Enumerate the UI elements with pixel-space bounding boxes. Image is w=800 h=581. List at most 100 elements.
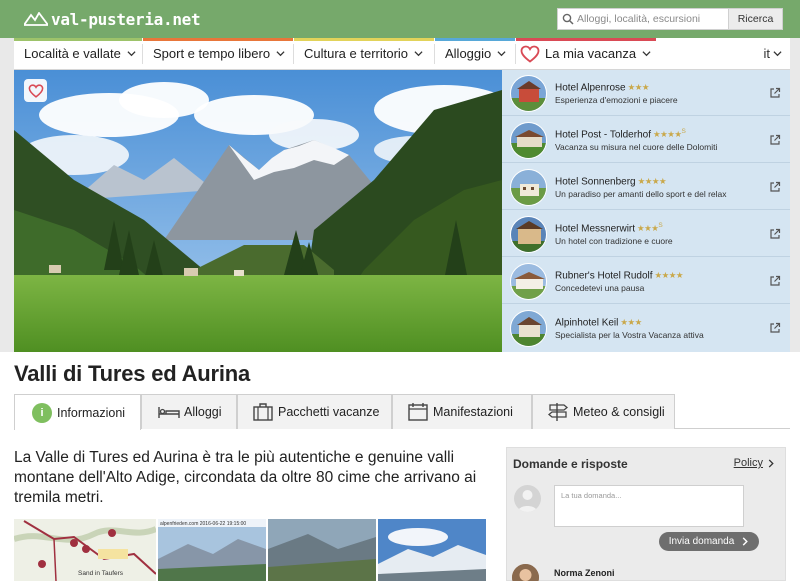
- nav-item-label: Cultura e territorio: [304, 46, 409, 61]
- intro-text: La Valle di Tures ed Aurina è tra le più…: [14, 449, 477, 506]
- hotel-item-messnerwirt[interactable]: Hotel Messnerwirt ★★★S Un hotel con tradi…: [502, 211, 790, 257]
- user-avatar: [512, 564, 539, 581]
- tab-informazioni[interactable]: i Informazioni: [14, 394, 141, 430]
- hotel-name: Hotel Messnerwirt ★★★S: [555, 222, 663, 235]
- hotel-item-sonnenberg[interactable]: Hotel Sonnenberg ★★★★ Un paradiso per ama…: [502, 164, 790, 210]
- map-place-label: Sand in Taufers: [78, 570, 124, 577]
- star-rating: ★★★: [627, 82, 650, 93]
- tab-manifestazioni[interactable]: Manifestazioni: [392, 394, 532, 429]
- hotel-thumbnail: [510, 169, 547, 206]
- bed-icon: [158, 401, 180, 423]
- tab-label: Informazioni: [57, 405, 126, 420]
- star-rating: ★★★: [620, 317, 642, 328]
- top-bar: val-pusteria.net Ricerca: [0, 0, 800, 38]
- webcam-caption: alpenfrieden.com 2016-06-22 19:15:00: [160, 521, 246, 527]
- logo-text: val-pusteria.net: [51, 9, 201, 29]
- hotel-thumbnail: [510, 263, 547, 300]
- hotel-name: Rubner's Hotel Rudolf ★★★★: [555, 270, 684, 282]
- nav-item-localita[interactable]: Località e vallate: [14, 38, 142, 69]
- chevron-down-icon: [276, 51, 285, 57]
- chevron-down-icon: [414, 51, 423, 57]
- question-input[interactable]: [554, 485, 744, 527]
- chevron-down-icon: [127, 51, 136, 57]
- hotel-name: Hotel Sonnenberg ★★★★: [555, 176, 667, 188]
- tab-label: Alloggi: [184, 405, 222, 419]
- hotel-item-keil[interactable]: Alpinhotel Keil ★★★ Specialista per la Vo…: [502, 305, 790, 351]
- hotel-tagline: Un hotel con tradizione e cuore: [555, 236, 673, 246]
- heart-icon: [520, 45, 540, 63]
- tab-alloggi[interactable]: Alloggi: [141, 394, 237, 429]
- tab-label: Manifestazioni: [433, 405, 513, 419]
- tab-meteo[interactable]: Meteo & consigli: [532, 394, 675, 429]
- external-link-icon: [770, 322, 781, 333]
- chevron-right-icon: [768, 458, 774, 468]
- chevron-down-icon: [773, 51, 782, 57]
- chevron-down-icon: [497, 51, 506, 57]
- nav-item-label: Alloggio: [445, 46, 492, 61]
- tab-pacchetti[interactable]: Pacchetti vacanze: [237, 394, 392, 429]
- hotel-tagline: Un paradiso per amanti dello sport e del…: [555, 189, 727, 199]
- search-bar: Ricerca: [557, 8, 783, 30]
- avatar: [514, 485, 541, 512]
- hotel-name: Alpinhotel Keil ★★★: [555, 317, 642, 329]
- external-link-icon: [770, 134, 781, 145]
- signpost-icon: [547, 401, 569, 423]
- chevron-right-icon: [742, 537, 749, 546]
- tab-label: Meteo & consigli: [573, 405, 665, 419]
- nav-item-label: Località e vallate: [24, 46, 121, 61]
- external-link-icon: [770, 228, 781, 239]
- nav-item-cultura[interactable]: Cultura e territorio: [294, 38, 434, 69]
- external-link-icon: [770, 275, 781, 286]
- nav-item-label: La mia vacanza: [545, 46, 637, 61]
- language-label: it: [763, 46, 771, 61]
- user-name: Norma Zenoni: [554, 568, 615, 578]
- hotel-item-alpenrose[interactable]: Hotel Alpenrose ★★★ Esperienza d'emozioni…: [502, 70, 790, 116]
- hotel-name: Hotel Alpenrose ★★★: [555, 82, 650, 94]
- qa-panel: Domande e risposte Policy Invia domanda …: [506, 447, 786, 581]
- star-rating: ★★★★: [637, 176, 667, 187]
- content-tabs: i Informazioni Alloggi Pacchetti vacanze…: [14, 394, 790, 430]
- map-thumbnail[interactable]: Sand in Taufers: [14, 519, 156, 581]
- hotel-item-rudolf[interactable]: Rubner's Hotel Rudolf ★★★★ Concedetevi un…: [502, 258, 790, 304]
- nav-item-label: Sport e tempo libero: [153, 46, 271, 61]
- hotel-item-post-tolderhof[interactable]: Hotel Post - Tolderhof ★★★★S Vacanza su m…: [502, 117, 790, 163]
- site-logo[interactable]: val-pusteria.net: [24, 8, 201, 30]
- chevron-down-icon: [642, 51, 651, 57]
- photo-gallery: Sand in Taufers alpenfrieden.com 2016-06…: [14, 519, 486, 581]
- search-input[interactable]: [557, 8, 729, 30]
- hotel-tagline: Concedetevi una pausa: [555, 283, 645, 293]
- info-icon: i: [31, 402, 53, 424]
- hotel-list: Hotel Alpenrose ★★★ Esperienza d'emozioni…: [502, 70, 790, 352]
- qa-title: Domande e risposte: [513, 457, 628, 471]
- hotel-tagline: Specialista per la Vostra Vacanza attiva: [555, 330, 704, 340]
- webcam-thumbnail[interactable]: alpenfrieden.com 2016-06-22 19:15:00: [158, 519, 266, 581]
- star-rating: ★★★★: [654, 270, 684, 281]
- main-content: Valli di Tures ed Aurina i Informazioni …: [0, 352, 800, 581]
- nav-item-sport[interactable]: Sport e tempo libero: [143, 38, 293, 69]
- send-question-button[interactable]: Invia domanda: [659, 532, 759, 551]
- external-link-icon: [770, 181, 781, 192]
- hotel-thumbnail: [510, 310, 547, 347]
- suitcase-icon: [252, 401, 274, 423]
- hotel-tagline: Esperienza d'emozioni e piacere: [555, 95, 678, 105]
- nav-item-alloggio[interactable]: Alloggio: [435, 38, 515, 69]
- heart-icon: [28, 83, 43, 98]
- star-rating: ★★★★: [652, 129, 682, 140]
- star-rating: ★★★: [637, 223, 659, 234]
- policy-link[interactable]: Policy: [734, 457, 775, 469]
- hotel-thumbnail: [510, 122, 547, 159]
- calendar-icon: [407, 401, 429, 423]
- page-title: Valli di Tures ed Aurina: [14, 361, 251, 386]
- search-button[interactable]: Ricerca: [729, 8, 783, 30]
- nav-item-mia-vacanza[interactable]: La mia vacanza: [516, 38, 656, 69]
- valley-landscape-image: [14, 70, 502, 352]
- language-selector[interactable]: it: [764, 38, 783, 69]
- hotel-tagline: Vacanza su misura nel cuore delle Dolomi…: [555, 142, 718, 152]
- external-link-icon: [770, 87, 781, 98]
- favorite-button[interactable]: [24, 79, 47, 102]
- hero-image: [14, 70, 502, 352]
- hotel-name: Hotel Post - Tolderhof ★★★★S: [555, 128, 686, 141]
- hotel-thumbnail: [510, 216, 547, 253]
- photo-thumbnail[interactable]: [378, 519, 486, 581]
- photo-thumbnail[interactable]: [268, 519, 376, 581]
